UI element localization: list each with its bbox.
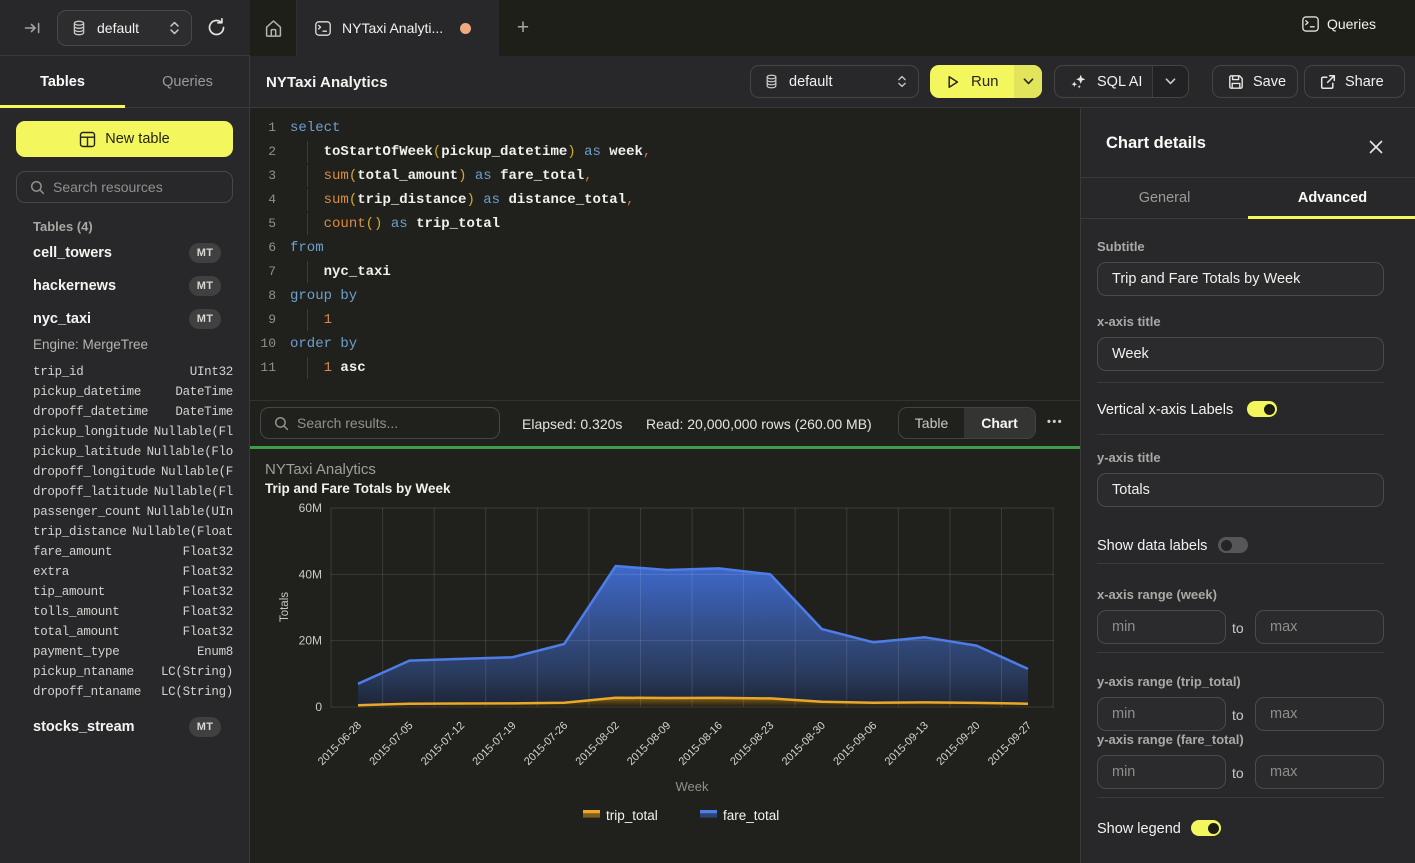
svg-text:2015-08-30: 2015-08-30: [780, 720, 828, 768]
svg-text:2015-08-16: 2015-08-16: [677, 720, 725, 768]
svg-text:2015-09-27: 2015-09-27: [986, 720, 1034, 768]
svg-text:60M: 60M: [299, 501, 322, 515]
svg-text:2015-09-13: 2015-09-13: [883, 720, 931, 768]
svg-text:2015-07-05: 2015-07-05: [367, 720, 415, 768]
svg-text:fare_total: fare_total: [723, 808, 779, 823]
svg-text:2015-07-26: 2015-07-26: [522, 720, 570, 768]
svg-text:Totals: Totals: [279, 592, 291, 622]
svg-text:0: 0: [315, 700, 322, 714]
svg-text:Trip and Fare Totals by Week: Trip and Fare Totals by Week: [265, 481, 451, 496]
svg-text:2015-06-28: 2015-06-28: [316, 720, 364, 768]
svg-text:2015-07-19: 2015-07-19: [470, 720, 518, 768]
svg-text:2015-09-20: 2015-09-20: [934, 720, 982, 768]
svg-text:NYTaxi Analytics: NYTaxi Analytics: [265, 461, 376, 478]
svg-text:Week: Week: [676, 779, 709, 794]
svg-text:20M: 20M: [299, 634, 322, 648]
svg-text:2015-07-12: 2015-07-12: [419, 720, 467, 768]
svg-text:trip_total: trip_total: [606, 808, 658, 823]
svg-text:2015-08-02: 2015-08-02: [574, 720, 622, 768]
svg-text:40M: 40M: [299, 567, 322, 581]
svg-text:2015-08-09: 2015-08-09: [625, 720, 673, 768]
svg-text:2015-08-23: 2015-08-23: [728, 720, 776, 768]
svg-text:2015-09-06: 2015-09-06: [831, 720, 879, 768]
